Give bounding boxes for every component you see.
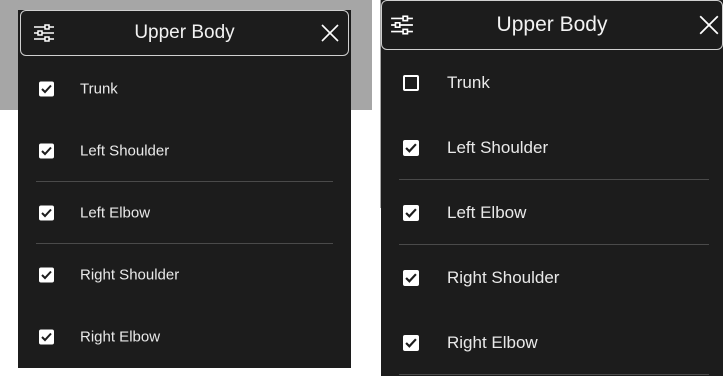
checkbox-trunk[interactable]: [39, 81, 54, 97]
joint-list: Trunk Left Shoulder Left Elbow Right Sho…: [18, 58, 351, 368]
checkbox-left-elbow[interactable]: [403, 204, 419, 221]
list-item-label: Right Shoulder: [447, 267, 560, 287]
divider: [399, 374, 709, 375]
checkbox-left-shoulder[interactable]: [403, 139, 419, 156]
checkbox-left-shoulder[interactable]: [39, 143, 54, 159]
list-item-trunk[interactable]: Trunk: [381, 50, 723, 115]
list-item-label: Left Elbow: [447, 202, 527, 222]
panel-title: Upper Body: [134, 22, 235, 43]
list-item-right-elbow[interactable]: Right Elbow: [18, 306, 351, 368]
checkbox-right-elbow[interactable]: [39, 329, 54, 345]
checkbox-left-elbow[interactable]: [39, 205, 54, 221]
list-item-label: Left Shoulder: [447, 137, 549, 157]
list-item-right-shoulder[interactable]: Right Shoulder: [381, 245, 723, 310]
list-item-label: Right Elbow: [80, 328, 161, 346]
list-item-left-elbow[interactable]: Left Elbow: [18, 182, 351, 244]
list-item-label: Left Shoulder: [80, 142, 170, 160]
list-item-label: Right Shoulder: [80, 266, 180, 284]
panel-header: Upper Body: [20, 10, 349, 56]
list-item-left-shoulder[interactable]: Left Shoulder: [381, 115, 723, 180]
close-icon[interactable]: [698, 14, 720, 36]
list-item-label: Trunk: [447, 72, 490, 92]
upper-body-panel: Upper Body Trunk Left Shoulder Left Elbo…: [18, 10, 351, 368]
list-item-right-shoulder[interactable]: Right Shoulder: [18, 244, 351, 306]
panel-header: Upper Body: [381, 0, 723, 50]
list-item-right-elbow[interactable]: Right Elbow: [381, 310, 723, 375]
panel-title: Upper Body: [496, 13, 608, 36]
checkbox-right-shoulder[interactable]: [403, 269, 419, 286]
list-item-trunk[interactable]: Trunk: [18, 58, 351, 120]
list-item-left-shoulder[interactable]: Left Shoulder: [18, 120, 351, 182]
checkbox-right-elbow[interactable]: [403, 334, 419, 351]
list-item-label: Right Elbow: [447, 332, 538, 352]
list-item-label: Left Elbow: [80, 204, 151, 222]
list-item-label: Trunk: [80, 80, 118, 98]
close-icon[interactable]: [320, 23, 340, 43]
list-item-left-elbow[interactable]: Left Elbow: [381, 180, 723, 245]
joint-list: Trunk Left Shoulder Left Elbow Right Sho…: [381, 50, 723, 375]
checkbox-right-shoulder[interactable]: [39, 267, 54, 283]
upper-body-panel: Upper Body Trunk Left Shoulder Left Elbo…: [381, 0, 723, 376]
checkbox-trunk[interactable]: [403, 74, 419, 91]
